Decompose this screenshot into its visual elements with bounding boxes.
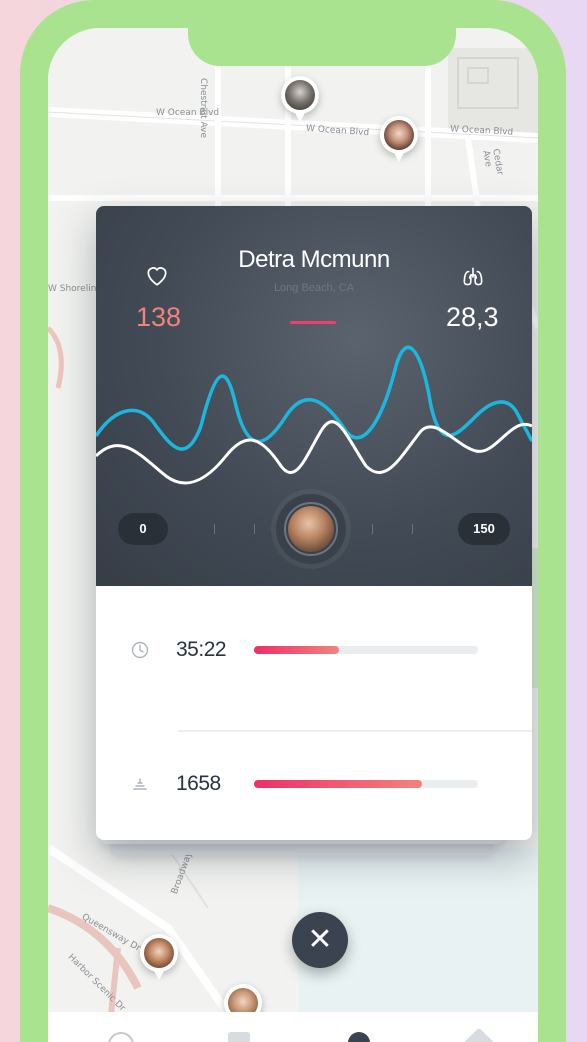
distance-icon — [133, 778, 147, 790]
metric-row-time: 35:22 — [96, 630, 532, 670]
phone-frame: W Ocean Blvd W Ocean Blvd W Ocean Blvd C… — [20, 0, 566, 1042]
road-label: W Ocean Blvd — [156, 108, 220, 118]
nav-play-icon[interactable] — [228, 1032, 250, 1042]
phone-notch — [188, 28, 456, 66]
distance-progress-track — [254, 780, 478, 788]
nav-search-icon[interactable] — [108, 1032, 134, 1042]
road-label: Chestnut Ave — [198, 78, 208, 139]
avatar — [285, 80, 315, 110]
heart-icon — [147, 267, 167, 286]
slider-tick — [412, 524, 413, 534]
avatar — [144, 938, 174, 968]
card-header: Detra Mcmunn Long Beach, CA 138 28,3 0 1… — [96, 206, 532, 586]
user-pin[interactable] — [281, 76, 319, 122]
avatar — [384, 120, 414, 150]
nav-location-icon[interactable] — [463, 1027, 495, 1042]
user-pin[interactable] — [380, 116, 418, 162]
slider-tick — [214, 524, 215, 534]
lungs-icon — [463, 267, 483, 286]
slider-max-label: 150 — [458, 513, 510, 545]
profile-card[interactable]: Detra Mcmunn Long Beach, CA 138 28,3 0 1… — [96, 206, 532, 840]
clock-icon — [131, 641, 149, 659]
blue-wave — [96, 345, 532, 451]
avatar — [288, 506, 334, 552]
close-button[interactable]: ✕ — [292, 912, 348, 968]
bottom-nav — [48, 1012, 538, 1042]
slider-knob[interactable] — [276, 494, 346, 564]
distance-progress-fill — [254, 780, 422, 788]
metric-row-distance: 1658 — [96, 764, 532, 804]
slider-tick — [254, 524, 255, 534]
slider-min-label: 0 — [118, 513, 168, 545]
time-progress-fill — [254, 646, 340, 654]
time-value: 35:22 — [176, 638, 227, 661]
metric-divider — [178, 730, 532, 732]
nav-profile-icon[interactable] — [348, 1032, 370, 1042]
distance-value: 1658 — [176, 772, 221, 795]
card-stack-shadow — [110, 843, 494, 855]
slider-tick — [372, 524, 373, 534]
screen: W Ocean Blvd W Ocean Blvd W Ocean Blvd C… — [48, 28, 538, 1042]
user-pin[interactable] — [140, 934, 178, 980]
close-icon: ✕ — [307, 923, 333, 956]
time-progress-track — [254, 646, 478, 654]
vitals-wave-chart — [96, 345, 532, 485]
